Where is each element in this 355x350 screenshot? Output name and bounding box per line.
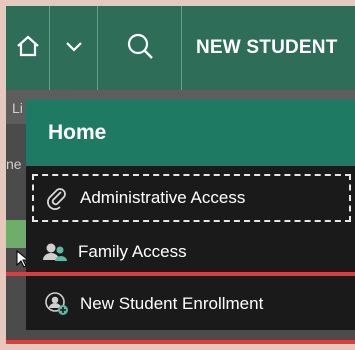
menu-item-administrative-access[interactable]: Administrative Access bbox=[32, 174, 351, 222]
highlight-box-top bbox=[6, 272, 355, 276]
background-text-fragment: Li bbox=[12, 100, 23, 116]
background-green-cell bbox=[6, 220, 28, 248]
home-dropdown-menu: Home Administrative Access Family Access bbox=[26, 100, 355, 330]
toolbar-title[interactable]: NEW STUDENT bbox=[196, 6, 338, 90]
home-icon bbox=[15, 33, 41, 64]
search-icon bbox=[125, 31, 155, 66]
app-screen: NEW STUDENT Li ne Home Administrative Ac… bbox=[6, 6, 355, 344]
dropdown-heading: Home bbox=[26, 100, 355, 166]
chevron-down-icon bbox=[64, 39, 84, 58]
home-button[interactable] bbox=[6, 6, 50, 90]
menu-item-new-student-enrollment[interactable]: New Student Enrollment bbox=[34, 280, 351, 328]
home-menu-toggle[interactable] bbox=[50, 6, 98, 90]
background-text-fragment: ne bbox=[6, 156, 22, 172]
menu-item-family-access[interactable]: Family Access bbox=[32, 228, 351, 276]
user-add-icon bbox=[42, 292, 72, 316]
top-toolbar: NEW STUDENT bbox=[6, 6, 355, 90]
highlight-box-bottom bbox=[6, 340, 355, 344]
menu-item-label: New Student Enrollment bbox=[80, 294, 264, 313]
users-icon bbox=[40, 241, 70, 263]
menu-item-label: Administrative Access bbox=[80, 188, 246, 207]
menu-item-label: Family Access bbox=[78, 242, 187, 261]
paperclip-icon bbox=[42, 186, 72, 210]
search-button[interactable] bbox=[98, 6, 182, 90]
